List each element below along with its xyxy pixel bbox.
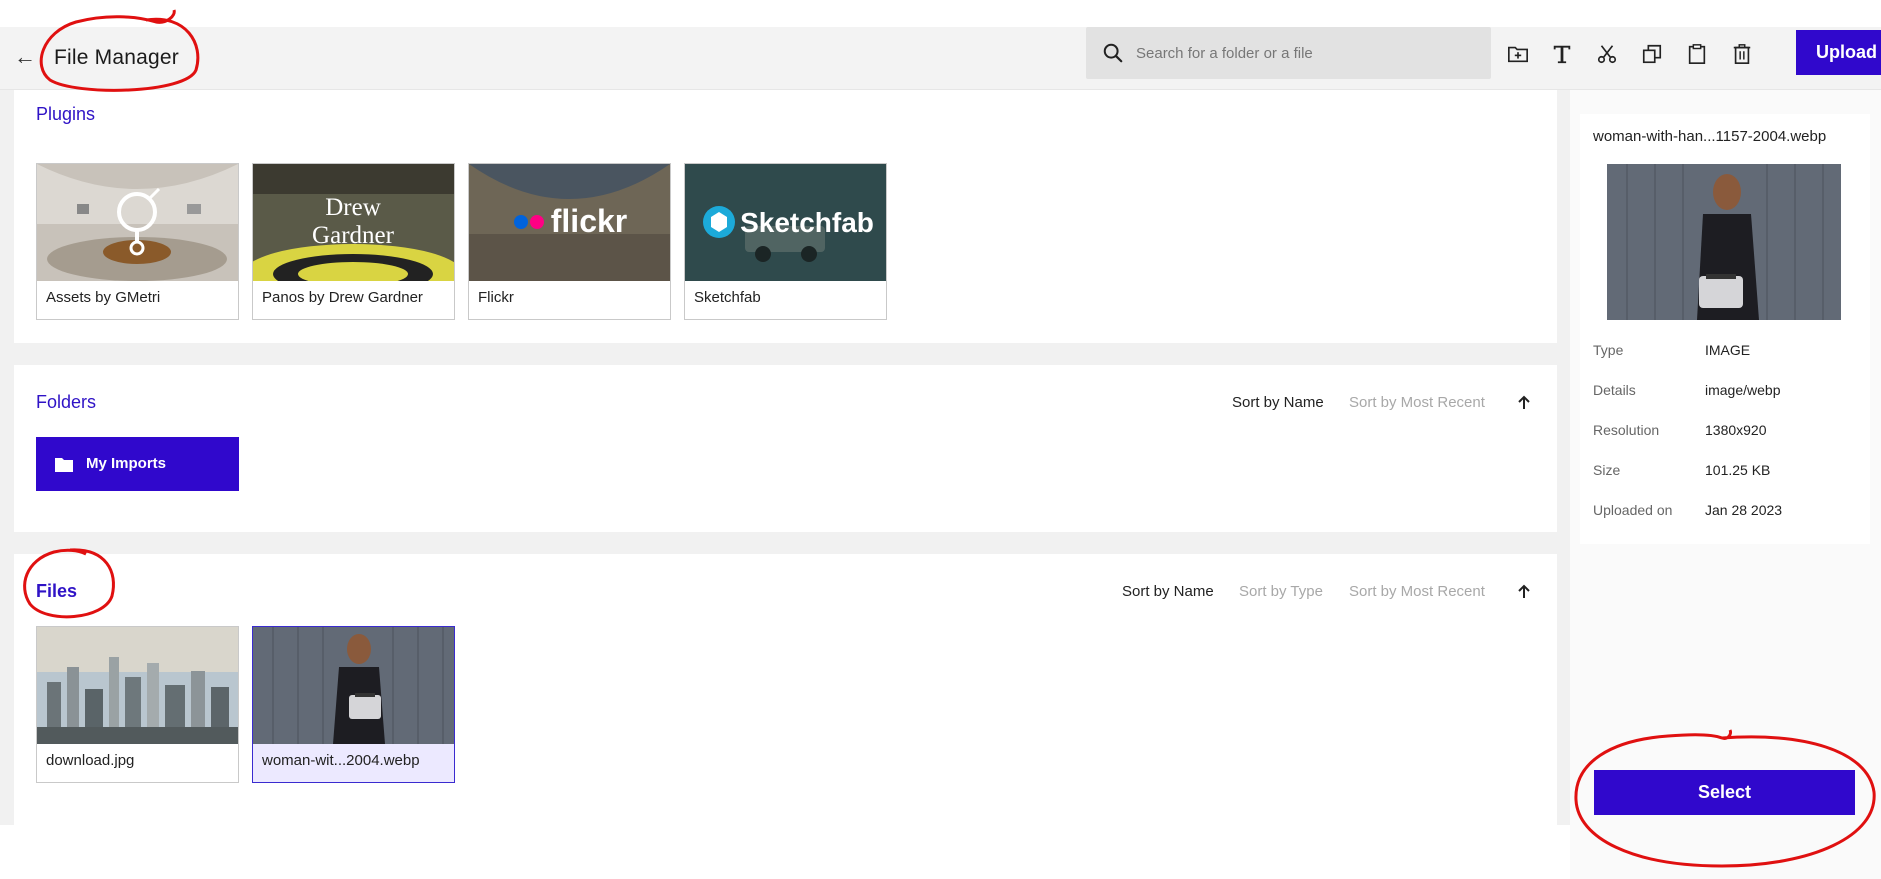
plugin-card-flickr[interactable]: flickr Flickr <box>468 163 671 320</box>
plugin-card-drew-gardner[interactable]: Drew Gardner Panos by Drew Gardner <box>252 163 455 320</box>
plugin-label: Panos by Drew Gardner <box>262 289 423 306</box>
rename-text-icon[interactable] <box>1547 39 1577 69</box>
details-preview-image <box>1607 164 1841 320</box>
file-card-woman-webp[interactable]: woman-wit...2004.webp <box>252 626 455 783</box>
plugin-card-gmetri[interactable]: Assets by GMetri <box>36 163 239 320</box>
files-title: Files <box>36 581 78 601</box>
meta-key-type: Type <box>1593 342 1624 358</box>
file-thumbnail <box>37 627 238 744</box>
folders-title: Folders <box>36 392 97 412</box>
top-bar: ← File Manager Upload <box>0 27 1881 90</box>
folder-icon <box>55 458 73 472</box>
file-thumbnail <box>253 627 454 744</box>
arrow-left-icon[interactable]: ← <box>12 44 38 70</box>
folder-my-imports[interactable]: My Imports <box>36 437 239 491</box>
search-input[interactable] <box>1134 27 1479 79</box>
files-sort-by-recent[interactable]: Sort by Most Recent <box>1349 583 1485 600</box>
sketchfab-logo-text: Sketchfab <box>740 207 874 238</box>
plugin-thumbnail: flickr <box>469 164 670 281</box>
plugin-thumbnail: Drew Gardner <box>253 164 454 281</box>
cut-icon[interactable] <box>1592 39 1622 69</box>
plugin-label: Flickr <box>478 289 514 306</box>
plugin-card-sketchfab[interactable]: Sketchfab Sketchfab <box>684 163 887 320</box>
drew-logo-line1: Drew <box>325 194 381 221</box>
search-icon <box>1103 43 1123 63</box>
upload-button[interactable]: Upload <box>1796 30 1881 75</box>
meta-key-resolution: Resolution <box>1593 422 1660 438</box>
meta-value-type: IMAGE <box>1705 342 1751 358</box>
meta-value-size: 101.25 KB <box>1705 462 1771 478</box>
paste-icon[interactable] <box>1682 39 1712 69</box>
meta-key-size: Size <box>1593 462 1621 478</box>
new-folder-icon[interactable] <box>1503 39 1533 69</box>
files-section <box>14 554 1557 825</box>
select-button[interactable]: Select <box>1594 770 1855 815</box>
flickr-logo-text: flickr <box>551 203 627 239</box>
meta-key-details: Details <box>1593 382 1636 398</box>
folders-sort-by-recent[interactable]: Sort by Most Recent <box>1349 394 1485 411</box>
plugin-thumbnail: Sketchfab <box>685 164 886 281</box>
meta-value-uploaded: Jan 28 2023 <box>1705 502 1783 518</box>
plugins-title: Plugins <box>36 104 96 124</box>
delete-icon[interactable] <box>1727 39 1757 69</box>
files-sort-by-type[interactable]: Sort by Type <box>1239 583 1323 600</box>
folders-section <box>14 365 1557 532</box>
folders-sort-by-name[interactable]: Sort by Name <box>1232 394 1324 411</box>
copy-icon[interactable] <box>1637 39 1667 69</box>
file-label: woman-wit...2004.webp <box>262 752 420 769</box>
plugin-label: Sketchfab <box>694 289 761 306</box>
meta-value-details: image/webp <box>1705 382 1781 398</box>
plugin-label: Assets by GMetri <box>46 289 161 306</box>
file-card-download[interactable]: download.jpg <box>36 626 239 783</box>
drew-logo-line2: Gardner <box>312 222 395 249</box>
arrow-up-icon[interactable] <box>1516 395 1532 411</box>
meta-value-resolution: 1380x920 <box>1705 422 1767 438</box>
page-title: File Manager <box>54 46 179 69</box>
file-label: download.jpg <box>46 752 135 769</box>
details-filename: woman-with-han...1157-2004.webp <box>1593 128 1827 145</box>
meta-key-uploaded: Uploaded on <box>1593 502 1673 518</box>
folder-label: My Imports <box>86 455 167 472</box>
arrow-up-icon[interactable] <box>1516 584 1532 600</box>
search-box[interactable] <box>1086 27 1491 79</box>
files-sort-by-name[interactable]: Sort by Name <box>1122 583 1214 600</box>
plugin-thumbnail <box>37 164 238 281</box>
